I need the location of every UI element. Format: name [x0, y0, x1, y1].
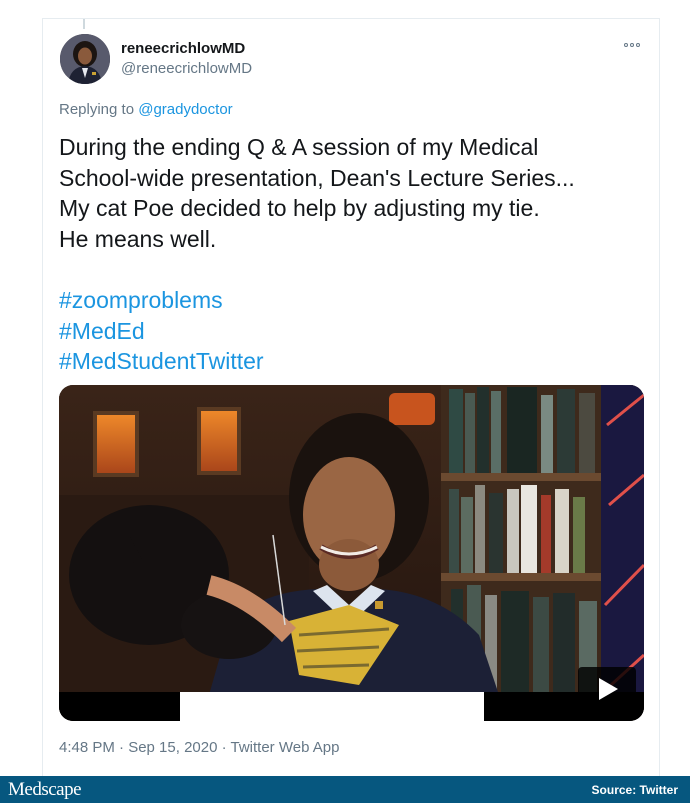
medscape-logo: Medscape [8, 779, 82, 800]
video-progress-fill [180, 692, 484, 721]
tweet-text-line: He means well. [59, 225, 217, 252]
tweet-text: During the ending Q & A session of my Me… [59, 132, 649, 254]
tweet-metadata: 4:48 PM · Sep 15, 2020 · Twitter Web App [59, 739, 339, 756]
replying-to: Replying to @gradydoctor [59, 101, 233, 118]
replying-to-label: Replying to [59, 101, 135, 118]
user-handle[interactable]: @reneecrichlowMD [121, 60, 252, 77]
hashtag-link-zoomproblems[interactable]: #zoomproblems [59, 285, 264, 316]
video-player[interactable] [59, 385, 644, 721]
source-app-link[interactable]: Twitter Web App [231, 739, 340, 756]
more-options-icon[interactable] [624, 38, 646, 52]
avatar-photo [60, 34, 110, 84]
dot [624, 43, 628, 47]
play-icon[interactable] [578, 667, 636, 711]
reply-to-mention-link[interactable]: @gradydoctor [138, 101, 232, 118]
video-frame [59, 385, 644, 721]
hashtag-link-meded[interactable]: #MedEd [59, 316, 264, 347]
video-progress-track[interactable] [59, 692, 644, 721]
tweet-timestamp-link[interactable]: 4:48 PM · Sep 15, 2020 · [59, 739, 231, 756]
tweet-text-line: During the ending Q & A session of my Me… [59, 134, 539, 160]
thread-connector [83, 19, 85, 29]
hashtags: #zoomproblems #MedEd #MedStudentTwitter [59, 285, 264, 377]
tweet-text-line: My cat Poe decided to help by adjusting … [59, 195, 540, 221]
display-name[interactable]: reneecrichlowMD [121, 40, 245, 57]
page: reneecrichlowMD @reneecrichlowMD Replyin… [0, 0, 690, 803]
dot [636, 43, 640, 47]
dot [630, 43, 634, 47]
tweet-text-line: School-wide presentation, Dean's Lecture… [59, 164, 575, 191]
avatar[interactable] [60, 34, 110, 84]
source-credit: Source: Twitter [591, 783, 678, 797]
hashtag-link-medstudenttwitter[interactable]: #MedStudentTwitter [59, 346, 264, 377]
footer-bar: Medscape Source: Twitter [0, 776, 690, 803]
